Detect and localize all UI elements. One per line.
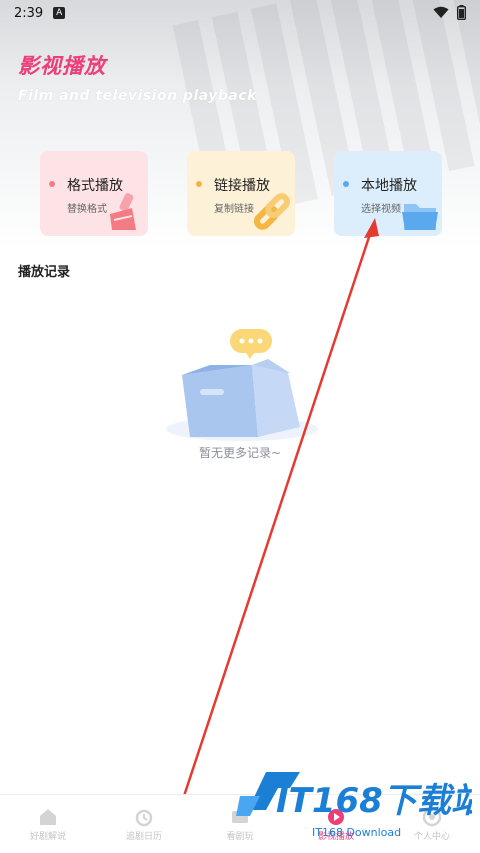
- folder-icon: [402, 204, 438, 230]
- card-dot: [343, 181, 349, 187]
- format-play-card[interactable]: 格式播放 替换格式: [40, 151, 148, 236]
- tab-label: 个人中心: [413, 831, 450, 842]
- card-subtitle: 复制链接: [214, 204, 254, 215]
- history-title: 播放记录: [18, 265, 71, 280]
- tab-home[interactable]: 好剧解说: [0, 795, 96, 853]
- tab-label: 追剧日历: [125, 831, 162, 842]
- link-play-card[interactable]: 链接播放 复制链接: [187, 151, 295, 236]
- tab-label: 好剧解说: [29, 831, 66, 842]
- clock-icon: [135, 809, 153, 826]
- empty-history-text: 暂无更多记录~: [198, 446, 282, 460]
- battery-icon: [457, 5, 466, 20]
- watermark-sub-text: IT168 Download: [312, 826, 402, 839]
- status-bar: 2:39 A: [0, 0, 480, 26]
- tab-calendar[interactable]: 追剧日历: [96, 795, 192, 853]
- card-title: 本地播放: [361, 178, 417, 194]
- local-play-card[interactable]: 本地播放 选择视频: [334, 151, 442, 236]
- notification-icon: A: [53, 7, 66, 19]
- wifi-icon: [433, 6, 449, 18]
- status-time: 2:39: [14, 5, 44, 21]
- page-subtitle: Film and television playback: [18, 88, 257, 104]
- card-subtitle: 替换格式: [67, 204, 107, 215]
- home-icon: [40, 808, 56, 825]
- watermark-brand-text: IT168下载站: [276, 781, 472, 821]
- brush-icon: [110, 193, 136, 230]
- page-title: 影视播放: [18, 54, 106, 78]
- card-dot: [49, 181, 55, 187]
- card-subtitle: 选择视频: [361, 204, 401, 215]
- tab-label: 看剧玩: [226, 831, 254, 842]
- empty-box-illustration: [166, 329, 318, 441]
- link-icon: [253, 193, 291, 230]
- card-dot: [196, 181, 202, 187]
- it168-watermark-logo: IT168下载站: [236, 772, 472, 821]
